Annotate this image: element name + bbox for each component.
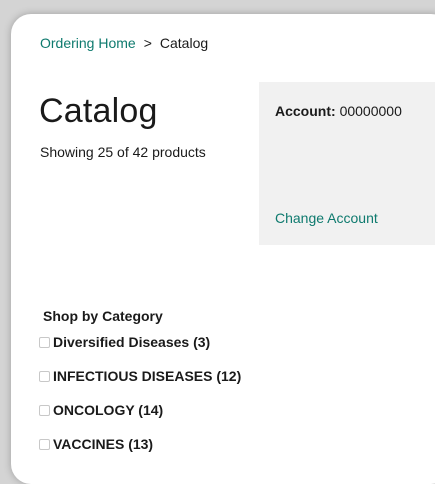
breadcrumb-current: Catalog bbox=[159, 35, 209, 51]
category-item-diversified-diseases[interactable]: Diversified Diseases (3) bbox=[39, 333, 241, 351]
account-line: Account: 00000000 bbox=[275, 103, 402, 119]
category-label: VACCINES (13) bbox=[53, 436, 154, 452]
category-item-oncology[interactable]: ONCOLOGY (14) bbox=[39, 401, 241, 419]
breadcrumb: Ordering Home > Catalog bbox=[40, 35, 208, 51]
category-heading: Shop by Category bbox=[43, 308, 163, 324]
category-checkbox[interactable] bbox=[39, 438, 50, 450]
account-number: 00000000 bbox=[339, 103, 402, 119]
category-checkbox[interactable] bbox=[39, 404, 50, 416]
account-label: Account: bbox=[275, 103, 336, 119]
breadcrumb-separator: > bbox=[143, 35, 152, 51]
category-item-vaccines[interactable]: VACCINES (13) bbox=[39, 435, 241, 453]
account-panel: Account: 00000000 Change Account bbox=[259, 82, 435, 245]
change-account-link[interactable]: Change Account bbox=[275, 210, 378, 226]
category-checkbox[interactable] bbox=[39, 370, 50, 382]
page-title: Catalog bbox=[39, 92, 158, 130]
product-count: Showing 25 of 42 products bbox=[40, 144, 206, 160]
category-checkbox[interactable] bbox=[39, 336, 50, 348]
category-item-infectious-diseases[interactable]: INFECTIOUS DISEASES (12) bbox=[39, 367, 241, 385]
category-filter: Shop by Category Diversified Diseases (3… bbox=[39, 308, 241, 469]
category-label: ONCOLOGY (14) bbox=[53, 402, 164, 418]
catalog-card: Ordering Home > Catalog Catalog Showing … bbox=[11, 14, 435, 484]
category-label: INFECTIOUS DISEASES (12) bbox=[53, 368, 242, 384]
category-label: Diversified Diseases (3) bbox=[53, 334, 211, 350]
breadcrumb-home-link[interactable]: Ordering Home bbox=[40, 35, 136, 51]
